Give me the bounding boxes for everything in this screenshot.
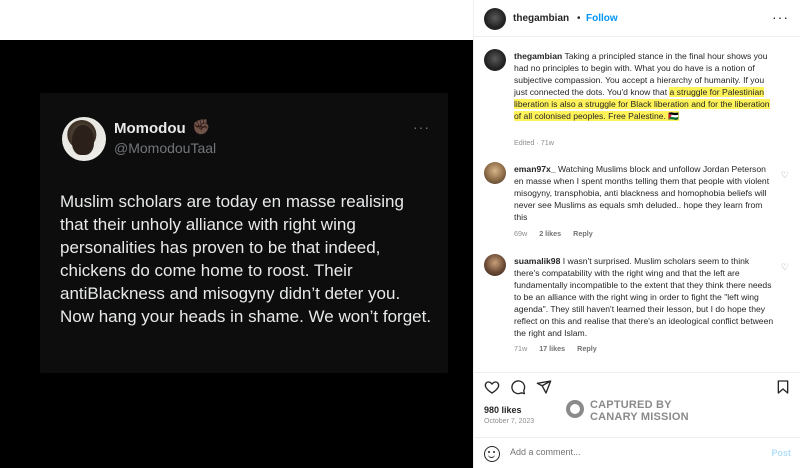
- comment-icon[interactable]: [510, 379, 526, 395]
- like-comment-icon[interactable]: ♡: [781, 262, 789, 273]
- caption-text: thegambian Taking a principled stance in…: [514, 50, 776, 122]
- like-icon[interactable]: [484, 379, 500, 395]
- comment-username[interactable]: suamalik98: [514, 256, 560, 266]
- caption-meta: Edited · 71w: [514, 138, 564, 147]
- share-icon[interactable]: [536, 379, 552, 395]
- save-icon[interactable]: [775, 379, 791, 395]
- author-avatar[interactable]: [484, 8, 506, 30]
- comment-time: 71w: [514, 344, 528, 353]
- raised-fist-icon: ✊🏿: [192, 119, 211, 136]
- comment-likes[interactable]: 17 likes: [539, 344, 565, 353]
- post-media: Momodou ✊🏿 @MomodouTaal ··· Muslim schol…: [0, 0, 473, 468]
- commenter-avatar[interactable]: [484, 162, 506, 184]
- watermark-line1: CAPTURED BY: [590, 399, 672, 411]
- comment-username[interactable]: eman97x_: [514, 164, 556, 174]
- emoji-icon[interactable]: [484, 446, 500, 462]
- like-count[interactable]: 980 likes: [484, 405, 522, 415]
- add-comment-input[interactable]: [510, 447, 750, 457]
- media-top-bar: [0, 0, 473, 40]
- caption-edited-time: Edited · 71w: [514, 138, 554, 147]
- tweet-avatar: [62, 117, 106, 161]
- more-options-icon[interactable]: ···: [772, 9, 789, 25]
- caption-username[interactable]: thegambian: [514, 51, 562, 61]
- comment-body: I wasn't surprised. Muslim scholars seem…: [514, 256, 774, 338]
- commenter-avatar[interactable]: [484, 254, 506, 276]
- author-username[interactable]: thegambian: [513, 13, 569, 24]
- tweet-author-name: Momodou: [114, 120, 186, 137]
- tweet-screenshot: Momodou ✊🏿 @MomodouTaal ··· Muslim schol…: [40, 93, 448, 373]
- watermark-text: CAPTURED BY CANARY MISSION: [590, 399, 689, 423]
- comment-text: eman97x_ Watching Muslims block and unfo…: [514, 163, 776, 223]
- tweet-more-icon: ···: [413, 119, 430, 135]
- comment-time: 69w: [514, 229, 528, 238]
- comment-meta: 69w 2 likes Reply: [514, 229, 603, 238]
- watermark-line2: CANARY MISSION: [590, 411, 689, 423]
- media-bottom-bar: [0, 428, 473, 468]
- comment-likes[interactable]: 2 likes: [539, 229, 561, 238]
- separator-dot: •: [577, 13, 581, 24]
- follow-button[interactable]: Follow: [586, 13, 618, 24]
- post-comment-button[interactable]: Post: [771, 448, 791, 458]
- canary-mission-watermark: CAPTURED BY CANARY MISSION: [566, 398, 706, 426]
- reply-button[interactable]: Reply: [577, 344, 597, 353]
- post-header: thegambian • Follow ···: [474, 0, 800, 37]
- reply-button[interactable]: Reply: [573, 229, 593, 238]
- add-comment-bar: Post: [474, 437, 800, 468]
- post-side-panel: thegambian • Follow ··· thegambian Takin…: [473, 0, 800, 468]
- caption-avatar[interactable]: [484, 49, 506, 71]
- comment-text: suamalik98 I wasn't surprised. Muslim sc…: [514, 255, 776, 339]
- tweet-text: Muslim scholars are today en masse reali…: [60, 192, 432, 326]
- like-comment-icon[interactable]: ♡: [781, 170, 789, 181]
- tweet-author-handle: @MomodouTaal: [114, 140, 217, 156]
- canary-seal-icon: [566, 400, 584, 418]
- post-action-bar: [474, 372, 800, 398]
- post-date: October 7, 2023: [484, 418, 535, 425]
- comment-meta: 71w 17 likes Reply: [514, 344, 607, 353]
